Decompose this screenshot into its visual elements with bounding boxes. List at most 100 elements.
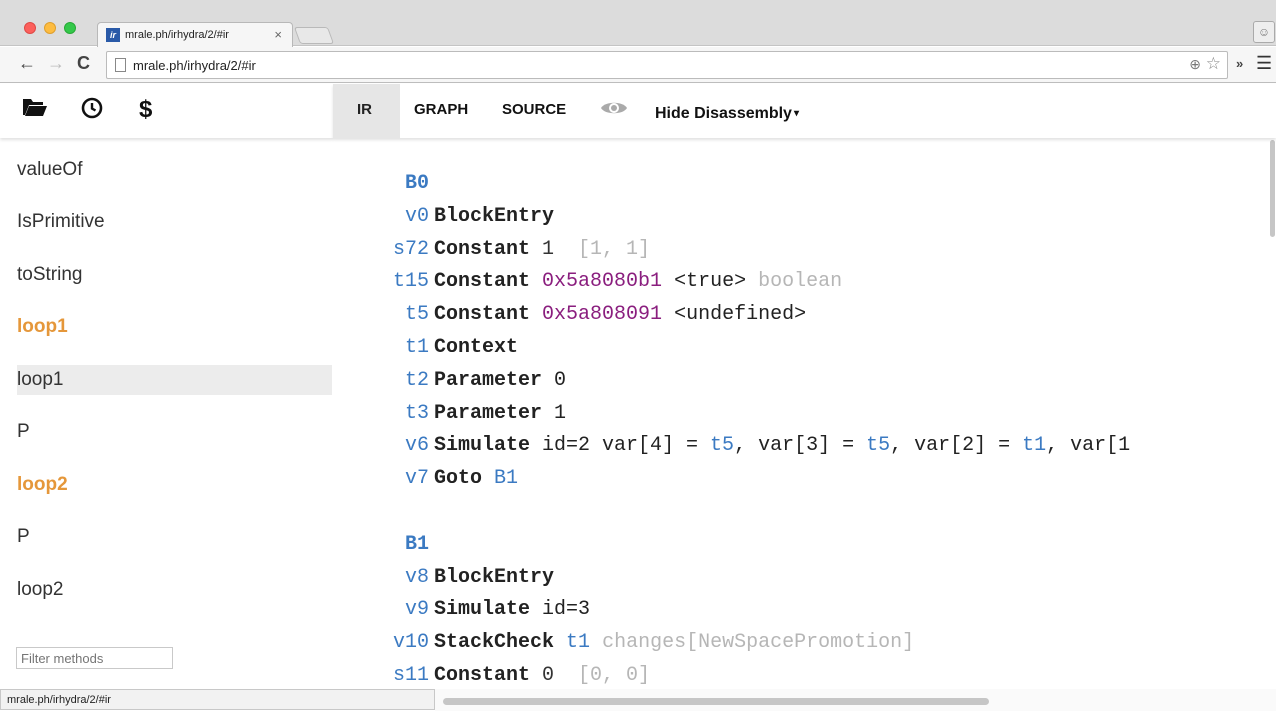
- browser-toolbar: ← → C mrale.ph/irhydra/2/#ir ⊕ ☆ » ☰: [0, 47, 1276, 83]
- tab-close-icon[interactable]: ×: [274, 27, 282, 42]
- instruction-text: boolean: [758, 270, 843, 294]
- minimize-window-button[interactable]: [44, 22, 56, 34]
- instruction-text: id=3: [530, 598, 591, 622]
- tab-graph[interactable]: GRAPH: [414, 101, 468, 118]
- irhydra-favicon-icon: ir: [106, 28, 120, 42]
- open-folder-icon[interactable]: [22, 96, 48, 125]
- address-bar[interactable]: mrale.ph/irhydra/2/#ir ⊕ ☆: [106, 51, 1228, 79]
- instruction-text: [482, 467, 494, 490]
- filter-methods-input[interactable]: [16, 647, 173, 669]
- method-item[interactable]: P: [17, 417, 332, 447]
- dollar-icon[interactable]: $: [139, 96, 152, 124]
- reload-icon[interactable]: C: [77, 53, 90, 74]
- opcode: BlockEntry: [434, 565, 555, 589]
- method-item[interactable]: loop2: [17, 575, 332, 605]
- instruction-body: Parameter 1: [434, 397, 566, 430]
- opcode: Parameter: [434, 368, 543, 392]
- instruction-id[interactable]: v6: [353, 429, 429, 462]
- instruction-text: 1: [530, 237, 579, 261]
- instruction-id[interactable]: t15: [353, 265, 429, 298]
- instruction-id[interactable]: t5: [353, 298, 429, 331]
- page-icon: [115, 58, 126, 72]
- instruction-id[interactable]: v8: [353, 561, 429, 594]
- instruction-text: [590, 631, 602, 654]
- instruction-id[interactable]: t2: [353, 364, 429, 397]
- horizontal-scrollbar[interactable]: [443, 698, 989, 705]
- method-item[interactable]: toString: [17, 260, 332, 290]
- opcode: Goto: [434, 467, 483, 491]
- instruction-body: Parameter 0: [434, 364, 566, 397]
- instruction-body: Constant 0x5a808091 <undefined>: [434, 298, 806, 331]
- extensions-overflow-icon[interactable]: »: [1236, 56, 1243, 71]
- opcode: Constant: [434, 664, 531, 687]
- instruction-body: Goto B1: [434, 462, 518, 495]
- app-header-actions: $: [0, 84, 333, 138]
- opcode: Constant: [434, 270, 531, 294]
- method-item[interactable]: loop1: [17, 365, 332, 395]
- vertical-scrollbar[interactable]: [1270, 140, 1275, 237]
- method-item[interactable]: loop1: [17, 312, 332, 342]
- instruction-id[interactable]: v0: [353, 200, 429, 233]
- maximize-window-button[interactable]: [64, 22, 76, 34]
- instruction-id[interactable]: s11: [353, 659, 429, 688]
- method-item[interactable]: loop2: [17, 470, 332, 500]
- instruction-text: [1, 1]: [578, 237, 651, 261]
- method-item[interactable]: IsPrimitive: [17, 207, 332, 237]
- operand-ref[interactable]: B1: [494, 467, 518, 490]
- tab-ir[interactable]: IR: [333, 84, 400, 138]
- opcode: Simulate: [434, 434, 531, 458]
- zoom-icon[interactable]: ⊕: [1189, 56, 1201, 73]
- opcode: Simulate: [434, 598, 531, 622]
- opcode: Constant: [434, 303, 531, 327]
- browser-tab[interactable]: ir mrale.ph/irhydra/2/#ir ×: [97, 22, 293, 47]
- opcode: Parameter: [434, 401, 543, 425]
- instruction-id[interactable]: v9: [353, 593, 429, 626]
- operand-ref[interactable]: t1: [1022, 434, 1046, 457]
- instruction-text: <undefined>: [662, 303, 807, 327]
- instruction-text: [530, 303, 542, 326]
- chevron-down-icon: ▾: [793, 108, 799, 119]
- instruction-text: <true>: [662, 270, 759, 294]
- instruction-text: , var[3] =: [734, 434, 867, 458]
- tab-title: mrale.ph/irhydra/2/#ir: [125, 29, 229, 41]
- instruction-id[interactable]: v10: [353, 626, 429, 659]
- instruction-body: StackCheck t1 changes[NewSpacePromotion]: [434, 626, 914, 659]
- operand-ref[interactable]: t1: [566, 631, 590, 654]
- instruction-text: changes[NewSpacePromotion]: [602, 631, 915, 655]
- browser-menu-icon[interactable]: ☰: [1256, 53, 1272, 74]
- view-tabs: IR GRAPH SOURCE Hide Disassembly ▾: [333, 84, 1276, 138]
- tab-source[interactable]: SOURCE: [502, 101, 566, 118]
- operand-ref[interactable]: t5: [710, 434, 734, 457]
- hide-disassembly-label: Hide Disassembly: [655, 105, 792, 122]
- instruction-text: [530, 270, 542, 293]
- new-tab-button[interactable]: [293, 27, 335, 44]
- back-arrow-icon[interactable]: ←: [18, 53, 36, 74]
- instruction-text: [0, 0]: [578, 664, 651, 687]
- block-label[interactable]: B0: [353, 167, 429, 200]
- forward-arrow-icon[interactable]: →: [47, 53, 65, 74]
- instruction-text: 1: [542, 401, 567, 425]
- instruction-body: Constant 0x5a8080b1 <true> boolean: [434, 265, 842, 298]
- bookmark-star-icon[interactable]: ☆: [1206, 54, 1221, 74]
- profile-icon[interactable]: ☺: [1253, 21, 1275, 43]
- instruction-text: [554, 631, 566, 654]
- instruction-id[interactable]: v7: [353, 462, 429, 495]
- operand-ref[interactable]: t5: [866, 434, 890, 457]
- close-window-button[interactable]: [24, 22, 36, 34]
- instruction-id[interactable]: t3: [353, 397, 429, 430]
- instruction-id[interactable]: t1: [353, 331, 429, 364]
- hide-disassembly-dropdown[interactable]: Hide Disassembly ▾: [655, 105, 799, 123]
- instruction-body: Constant 0 [0, 0]: [434, 659, 650, 688]
- opcode: Context: [434, 336, 519, 359]
- method-item[interactable]: P: [17, 522, 332, 552]
- url-text[interactable]: mrale.ph/irhydra/2/#ir: [133, 58, 256, 73]
- instruction-id[interactable]: s72: [353, 233, 429, 266]
- ir-view: B0 v0 BlockEntry s72 Constant 1 [1, 1] t15 Con…: [333, 138, 1276, 688]
- clock-icon[interactable]: [80, 96, 104, 127]
- method-item[interactable]: valueOf: [17, 155, 332, 185]
- block-label[interactable]: B1: [353, 528, 429, 561]
- instruction-body: BlockEntry: [434, 561, 554, 594]
- instruction-text: 0: [542, 368, 567, 392]
- method-list: valueOf IsPrimitive toString loop1 loop1 Ploo…: [0, 138, 333, 688]
- eye-icon[interactable]: [600, 99, 628, 122]
